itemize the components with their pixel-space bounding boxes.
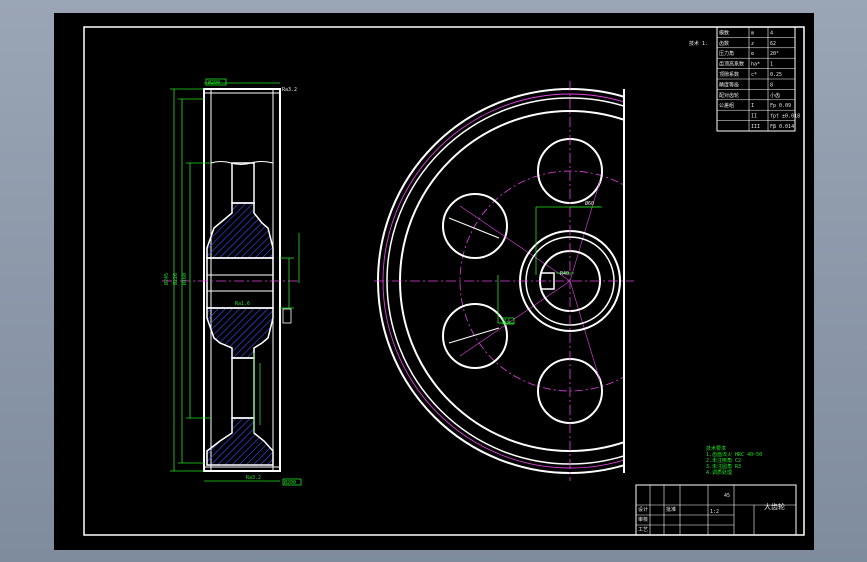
param-cell: 8 [770,82,773,88]
left-dim-inner: Ø160 [181,273,188,285]
part-name: 大齿轮 [764,502,785,511]
param-cell: 模数 [719,29,729,36]
hub-upper-section [206,202,274,259]
title-row-review: 审核 [638,516,648,523]
param-cell: z [751,41,754,47]
title-block: 设计 审核 工艺 批准 45 1:2 大齿轮 [635,484,797,536]
tech-note-1: 1.齿面淬火 HRC 40~50 [706,451,762,458]
top-dimension: Ø200 [208,79,220,86]
hub-note: Ra1.6 [235,301,250,307]
tech-note-2: 2.未注倒角 C2 [706,457,741,464]
left-dim-outer: Ø245 [163,273,170,285]
tech-note-3: 3.未注圆角 R3 [706,463,741,470]
tech-notes: 技术要求 1.齿面淬火 HRC 40~50 2.未注倒角 C2 3.未注圆角 R… [706,445,762,476]
param-cell: 62 [770,41,776,47]
param-cell: 齿数 [719,40,729,47]
drawing-canvas: Ø200 Ø200 Ra3.2 Ra1.6 Ra3.2 Ø245 Ø226 Ø1… [83,26,805,536]
param-cell: 1 [770,62,773,68]
param-cell: c* [751,72,757,78]
scale-value: 1:2 [710,509,719,515]
material-value: 45 [724,493,730,499]
bottom-dimension: Ø200 [284,479,296,486]
param-cell: 小齿 [770,92,780,99]
lightening-hole-3 [442,303,508,369]
keyway-dimension: 14 [504,319,510,325]
param-cell: 顶隙系数 [719,71,739,78]
param-cell: fpt ±0.018 [770,114,800,120]
front-view: Ø60 R40 14 [374,81,634,481]
param-cell: 4 [770,30,773,36]
param-cell: III [751,124,760,130]
hole-dimension: Ø60 [585,200,594,207]
parameter-table: 技术 1. 模数 m 4 齿数 z 62 压力角 α 20° 齿顶高系数 ha* 1 顶隙系数 c* 0.2… [689,26,800,132]
param-cell: 20° [770,51,779,57]
param-cell: I [751,103,754,109]
rim-lower-section [206,417,274,466]
cad-viewport[interactable]: Ø200 Ø200 Ra3.2 Ra1.6 Ra3.2 Ø245 Ø226 Ø1… [0,0,867,562]
title-row-approve: 批准 [666,506,676,513]
hub-lower-section [206,307,274,359]
drawing-frame [83,26,805,536]
param-cell: 精度等级 [719,81,739,88]
param-cell: Fβ 0.014 [770,124,794,130]
param-table-header: 技术 1. [689,40,708,47]
gear-rim-outline [203,88,281,472]
rim-roughness: Ra3.2 [282,87,297,93]
param-cell: 配对齿轮 [719,92,739,99]
param-cell: 0.25 [770,72,782,78]
param-cell: α [751,51,754,57]
section-view: Ø200 Ø200 Ra3.2 Ra1.6 Ra3.2 Ø245 Ø226 Ø1… [162,78,302,486]
param-cell: 压力角 [719,50,734,57]
title-row-process: 工艺 [638,527,648,533]
bore-dimension: R40 [560,271,569,277]
param-cell: Fp 0.09 [770,103,791,109]
param-cell: m [751,30,754,36]
tech-note-4: 4.调质处理 [706,469,732,476]
drawing-sheet: Ø200 Ø200 Ra3.2 Ra1.6 Ra3.2 Ø245 Ø226 Ø1… [54,13,814,550]
keyway-box [282,308,292,324]
tech-note-0: 技术要求 [706,445,726,452]
param-cell: 公差组 [719,102,734,109]
width-dimension: Ra3.2 [246,475,261,481]
left-dim-mid: Ø226 [172,273,179,285]
param-cell: 齿顶高系数 [719,61,744,68]
param-cell: II [751,114,757,120]
title-row-design: 设计 [638,506,648,513]
param-cell: ha* [751,62,760,68]
